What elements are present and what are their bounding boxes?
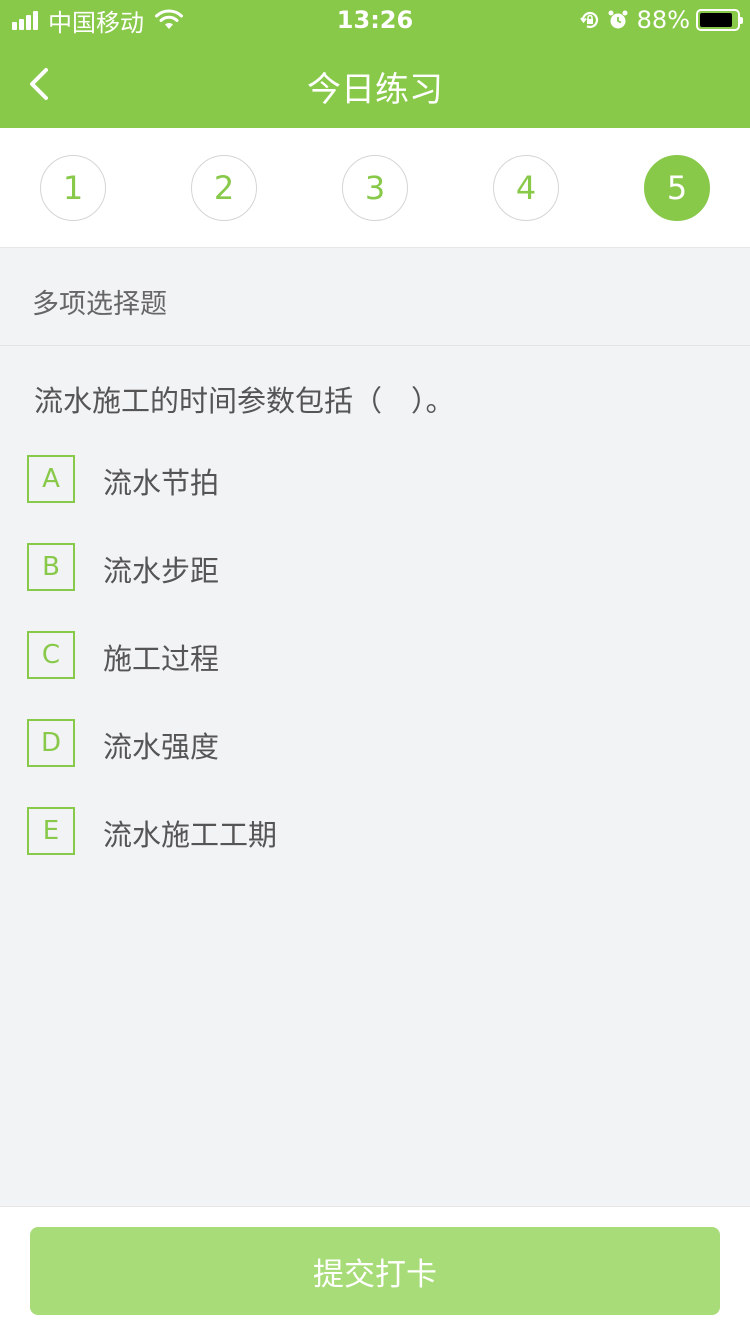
- option-label: 流水强度: [103, 730, 220, 764]
- status-right: 88%: [573, 6, 743, 34]
- option-label: 施工过程: [103, 642, 220, 676]
- option-c[interactable]: C 施工过程: [27, 631, 717, 679]
- rotation-lock-icon: [579, 11, 598, 29]
- step-1[interactable]: 1: [40, 155, 106, 221]
- step-5[interactable]: 5: [644, 155, 710, 221]
- nav-bar: 今日练习: [0, 40, 750, 128]
- option-b[interactable]: B 流水步距: [27, 543, 717, 591]
- battery-icon: [696, 9, 743, 31]
- option-checkbox[interactable]: C: [27, 631, 75, 679]
- option-checkbox[interactable]: B: [27, 543, 75, 591]
- option-checkbox[interactable]: A: [27, 455, 75, 503]
- step-3[interactable]: 3: [342, 155, 408, 221]
- option-d[interactable]: D 流水强度: [27, 719, 717, 767]
- battery-percent: 88%: [636, 6, 690, 34]
- option-label: 流水节拍: [103, 466, 220, 500]
- page-title: 今日练习: [307, 70, 443, 110]
- question-type-bar: 多项选择题: [0, 248, 750, 346]
- option-label: 流水施工工期: [103, 818, 278, 852]
- header: 中国移动 13:26 88% 今日练习: [0, 0, 750, 128]
- status-bar: 中国移动 13:26 88%: [0, 0, 750, 40]
- battery-fill: [700, 13, 732, 27]
- submit-button[interactable]: 提交打卡: [30, 1227, 720, 1315]
- footer: 提交打卡: [0, 1206, 750, 1334]
- question-type-label: 多项选择题: [32, 289, 167, 320]
- question-text: 流水施工的时间参数包括（ ）。: [34, 384, 455, 418]
- option-checkbox[interactable]: D: [27, 719, 75, 767]
- step-4[interactable]: 4: [493, 155, 559, 221]
- option-label: 流水步距: [103, 554, 220, 588]
- option-e[interactable]: E 流水施工工期: [27, 807, 717, 855]
- alarm-icon: [608, 10, 628, 29]
- question-steps: 1 2 3 4 5: [0, 128, 750, 248]
- option-a[interactable]: A 流水节拍: [27, 455, 717, 503]
- option-checkbox[interactable]: E: [27, 807, 75, 855]
- step-2[interactable]: 2: [191, 155, 257, 221]
